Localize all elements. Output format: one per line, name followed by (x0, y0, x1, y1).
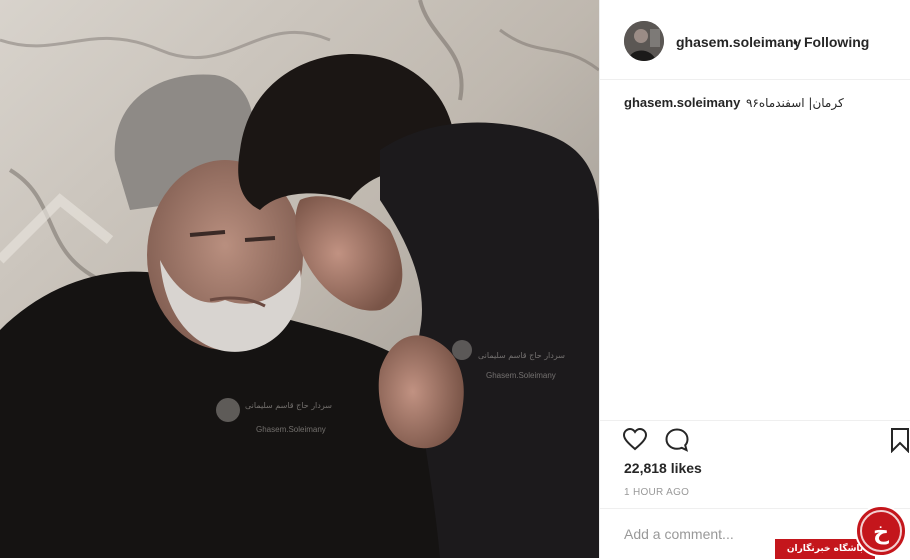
watermark-text-fa: سردار حاج قاسم سلیمانی (245, 401, 332, 410)
add-comment-input[interactable]: Add a comment... (624, 526, 734, 542)
bookmark-icon[interactable] (887, 427, 910, 453)
heart-icon[interactable] (622, 427, 648, 453)
comment-icon[interactable] (664, 427, 690, 453)
post-side-panel: ghasem.soleimany • Following ghasem.sole… (599, 0, 910, 558)
avatar[interactable] (624, 21, 664, 61)
news-club-badge: باشگاه خبرنگاران خ (771, 503, 910, 559)
post-caption: ghasem.soleimany کرمان| اسفندماه۹۶ (624, 94, 894, 112)
svg-text:سردار حاج قاسم سلیمانی: سردار حاج قاسم سلیمانی (478, 351, 565, 360)
post-photo[interactable]: سردار حاج قاسم سلیمانی Ghasem.Soleimany … (0, 0, 599, 558)
caption-text: کرمان| اسفندماه۹۶ (745, 96, 844, 110)
following-button[interactable]: Following (804, 34, 869, 50)
likes-count[interactable]: 22,818 likes (624, 460, 702, 476)
svg-text:Ghasem.Soleimany: Ghasem.Soleimany (486, 371, 556, 380)
caption-username[interactable]: ghasem.soleimany (624, 95, 740, 110)
header-username[interactable]: ghasem.soleimany (676, 34, 801, 50)
post-timestamp[interactable]: 1 HOUR AGO (624, 487, 689, 498)
post-header: ghasem.soleimany • Following (600, 0, 910, 80)
news-club-logo: خ (855, 505, 907, 557)
watermark-text-en: Ghasem.Soleimany (256, 425, 326, 434)
logo-glyph: خ (873, 520, 889, 545)
header-separator: • (793, 34, 798, 50)
